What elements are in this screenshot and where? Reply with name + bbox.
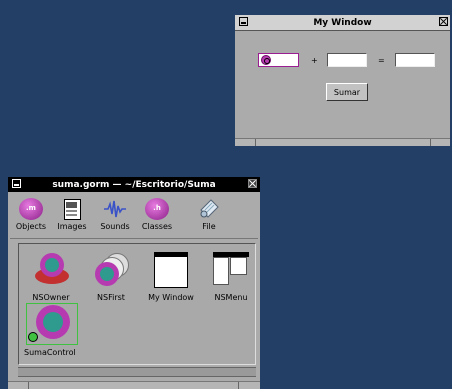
result-field[interactable] — [395, 53, 435, 67]
object-nsmenu[interactable]: NSMenu — [206, 250, 256, 302]
objects-panel: NSOwner NSFirst My Window NSMenu SumaCon… — [18, 243, 256, 365]
object-my-window[interactable]: My Window — [146, 250, 196, 302]
classes-icon: .h — [145, 198, 169, 220]
connection-marker-icon — [261, 55, 271, 65]
my-window-resize-bar[interactable] — [235, 138, 450, 146]
close-button[interactable] — [439, 17, 448, 26]
toolbar-classes[interactable]: .h Classes — [138, 198, 176, 231]
gorm-window-titlebar[interactable]: suma.gorm — ~/Escritorio/Suma — [8, 177, 260, 192]
nsfirst-icon — [91, 250, 131, 290]
object-sumacontrol[interactable]: SumaControl — [24, 303, 78, 357]
images-icon — [60, 198, 84, 220]
miniaturize-button[interactable] — [12, 179, 21, 188]
toolbar-images[interactable]: Images — [53, 198, 91, 231]
second-number-field[interactable] — [327, 53, 367, 67]
my-window-titlebar[interactable]: My Window — [235, 15, 450, 31]
close-button[interactable] — [248, 179, 257, 188]
objects-icon: .m — [19, 198, 43, 220]
my-window-title: My Window — [313, 17, 372, 28]
plus-label: + — [311, 56, 318, 65]
toolbar-file[interactable]: File — [190, 198, 228, 231]
sumar-button[interactable]: Sumar — [326, 83, 368, 101]
toolbar-divider — [10, 238, 258, 239]
file-icon — [197, 198, 221, 220]
sumacontrol-selection — [26, 303, 78, 345]
toolbar-objects[interactable]: .m Objects — [12, 198, 50, 231]
window-icon — [151, 250, 191, 290]
gorm-window-title: suma.gorm — ~/Escritorio/Suma — [52, 179, 216, 190]
nsowner-icon — [31, 250, 71, 290]
connection-marker-icon — [28, 332, 38, 342]
object-nsfirst[interactable]: NSFirst — [86, 250, 136, 302]
toolbar-sounds[interactable]: Sounds — [96, 198, 134, 231]
sounds-icon — [103, 198, 127, 220]
gorm-window-resize-bar[interactable] — [8, 381, 260, 389]
equals-label: = — [378, 56, 385, 65]
miniaturize-button[interactable] — [239, 17, 248, 26]
first-number-field[interactable] — [258, 53, 299, 67]
menu-icon — [211, 250, 251, 290]
panel-scrollbar[interactable] — [18, 367, 256, 377]
my-window: My Window + = Sumar — [235, 15, 450, 146]
gorm-document-window: suma.gorm — ~/Escritorio/Suma .m Objects… — [8, 177, 260, 389]
object-nsowner[interactable]: NSOwner — [26, 250, 76, 302]
